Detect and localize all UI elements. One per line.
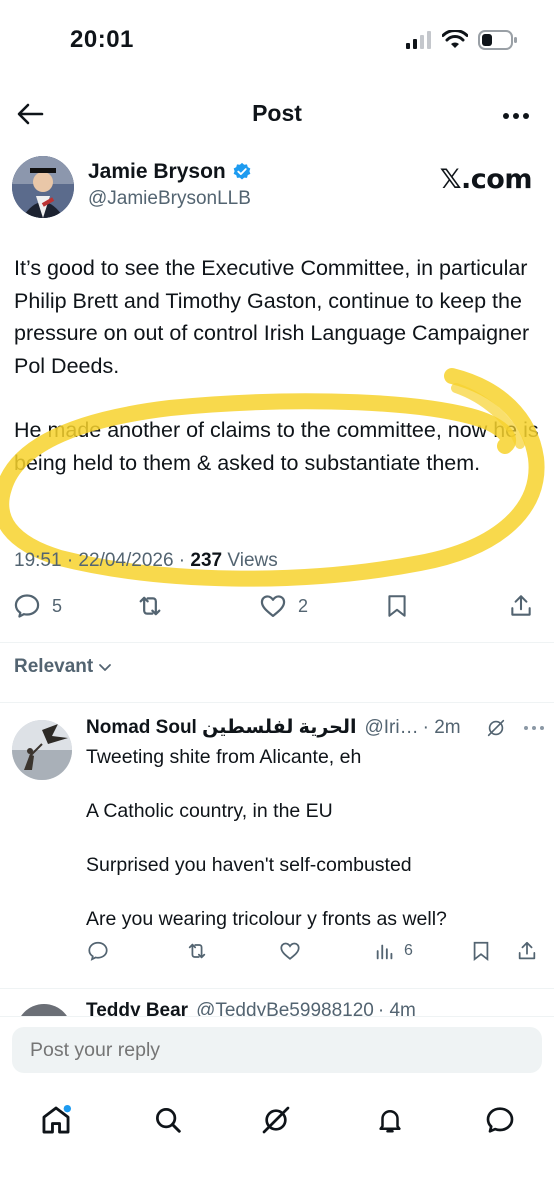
share-button[interactable] — [508, 592, 534, 620]
reply-button[interactable]: 5 — [12, 592, 62, 620]
post-header: Post — [0, 86, 554, 144]
post-text: It’s good to see the Executive Committee… — [14, 252, 540, 511]
sort-label: Relevant — [14, 656, 94, 677]
heart-icon — [260, 595, 286, 618]
reply-line: Tweeting shite from Alicante, eh — [86, 746, 362, 768]
page-title: Post — [252, 100, 302, 126]
share-icon — [511, 595, 531, 616]
x-watermark: 𝕏.com — [439, 164, 533, 195]
avatar[interactable] — [12, 156, 74, 218]
reply-line: Surprised you haven't self-combusted — [86, 854, 412, 876]
reply-author-name[interactable]: Nomad Soul الحرية لفلسطين — [86, 716, 356, 739]
divider — [0, 702, 554, 703]
reply-count: 5 — [52, 595, 63, 616]
reply-reply-button[interactable] — [86, 940, 110, 962]
post-actions: 5 2 — [12, 592, 542, 630]
reply-views[interactable]: 6 — [374, 940, 413, 962]
reply-item[interactable]: Nomad Soul الحرية لفلسطين @Iri… · 2m Twe… — [0, 714, 554, 984]
nav-notifications[interactable] — [372, 1102, 408, 1138]
more-button[interactable] — [500, 100, 532, 132]
signal-icon — [406, 31, 431, 49]
reply-avatar[interactable] — [12, 720, 72, 780]
reply-composer — [0, 1016, 554, 1086]
share-icon — [518, 941, 536, 960]
reply-avatar-image — [12, 720, 72, 780]
reply-author-handle[interactable]: @Iri… — [364, 717, 418, 739]
reply-share-button[interactable] — [516, 940, 538, 962]
nav-grok[interactable] — [258, 1102, 294, 1138]
status-icons — [406, 30, 518, 50]
messages-icon — [486, 1107, 514, 1133]
author-name[interactable]: Jamie Bryson — [88, 160, 252, 184]
reply-line: A Catholic country, in the EU — [86, 800, 333, 822]
reply-text: Tweeting shite from Alicante, eh A Catho… — [86, 744, 546, 960]
repost-icon — [188, 943, 206, 959]
status-time: 20:01 — [70, 26, 134, 53]
sort-selector[interactable]: Relevant — [14, 656, 113, 678]
status-bar: 20:01 — [0, 0, 554, 80]
reply-actions: 6 — [86, 940, 546, 970]
avatar-image — [12, 156, 74, 218]
views-count: 237 — [190, 550, 223, 571]
bookmark-icon — [473, 941, 489, 962]
reply-header: Nomad Soul الحرية لفلسطين @Iri… · 2m — [86, 716, 546, 739]
home-icon — [42, 1104, 72, 1134]
reply-icon — [88, 941, 108, 961]
reply-input[interactable] — [12, 1027, 542, 1073]
reply-bookmark-button[interactable] — [470, 940, 492, 962]
analytics-icon — [376, 944, 393, 960]
nav-search[interactable] — [150, 1102, 186, 1138]
nav-messages[interactable] — [482, 1102, 518, 1138]
wifi-icon — [442, 30, 468, 48]
verified-badge-icon — [233, 162, 251, 180]
post-author: Jamie Bryson @JamieBrysonLLB 𝕏.com — [12, 154, 542, 222]
divider — [0, 988, 554, 989]
notifications-icon — [379, 1110, 401, 1133]
bookmark-button[interactable] — [384, 592, 410, 620]
post-meta: 19:51 · 22/04/2026 · 237 Views — [14, 550, 278, 572]
divider — [0, 642, 554, 643]
bookmark-icon — [388, 595, 406, 617]
repost-button[interactable] — [134, 592, 176, 620]
post-paragraph: It’s good to see the Executive Committee… — [14, 256, 530, 378]
repost-icon — [139, 596, 161, 616]
like-button[interactable]: 2 — [258, 592, 308, 620]
reply-icon — [14, 594, 40, 618]
nav-home[interactable] — [38, 1102, 74, 1138]
battery-icon — [478, 30, 517, 50]
like-count: 2 — [298, 595, 309, 616]
search-icon — [156, 1108, 181, 1133]
author-handle[interactable]: @JamieBrysonLLB — [88, 188, 251, 210]
heart-icon — [280, 942, 300, 960]
post-paragraph: He made another of claims to the committ… — [14, 418, 539, 475]
more-icon[interactable] — [523, 725, 545, 731]
reply-time: · 2m — [422, 716, 461, 738]
reply-repost-button[interactable] — [184, 940, 210, 962]
reply-like-button[interactable] — [278, 940, 302, 962]
bottom-nav — [0, 1086, 554, 1200]
chevron-down-icon — [99, 664, 112, 671]
reply-line: Are you wearing tricolour y fronts as we… — [86, 908, 447, 930]
grok-icon[interactable] — [485, 717, 507, 739]
more-icon — [503, 113, 529, 119]
grok-icon — [262, 1106, 290, 1134]
post-timestamp: 19:51 · 22/04/2026 · — [14, 550, 186, 571]
reply-views-count: 6 — [404, 942, 413, 959]
views-label: Views — [227, 550, 278, 571]
